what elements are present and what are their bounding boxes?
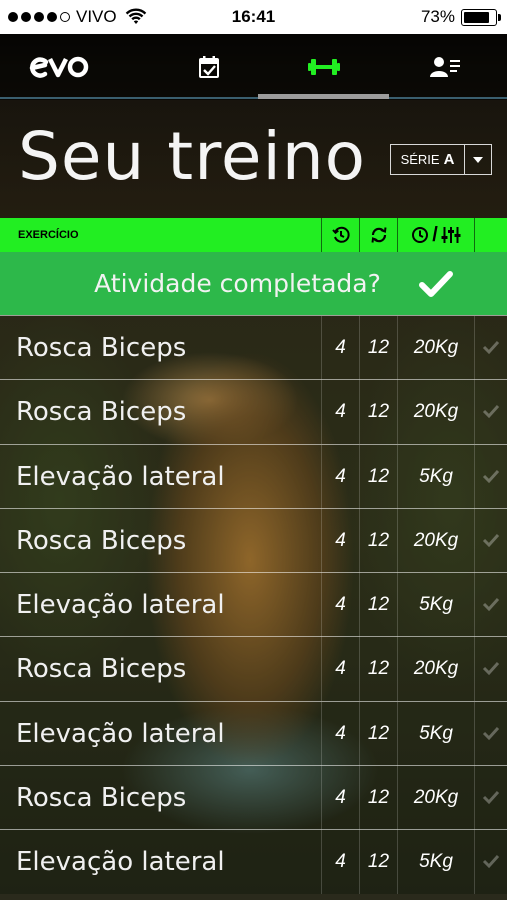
exercise-load: 20Kg [397,766,475,831]
exercise-row[interactable]: Elevação lateral 4 12 5Kg [0,572,507,638]
nav-workout-tab[interactable] [258,34,389,100]
exercise-load: 20Kg [397,508,475,573]
exercise-load: 5Kg [397,701,475,766]
exercise-sets: 4 [321,380,359,445]
exercise-sets: 4 [321,701,359,766]
exercise-load: 20Kg [397,316,475,380]
table-header: EXERCÍCIO / [0,218,507,252]
check-icon[interactable] [482,724,500,742]
activity-complete-label: Atividade completada? [94,269,381,298]
battery-icon [461,8,501,26]
exercise-reps: 12 [359,316,397,380]
refresh-icon [371,227,386,243]
page-title: Seu treino [18,118,367,195]
nav-profile-tab[interactable] [410,34,480,100]
header-reps [359,218,397,252]
nav-calendar-tab[interactable] [180,34,238,100]
exercise-reps: 12 [359,701,397,766]
sliders-icon [441,227,461,243]
exercise-sets: 4 [321,830,359,895]
exercise-load: 5Kg [397,830,475,895]
exercise-name: Elevação lateral [16,461,225,492]
profile-list-icon [430,57,460,77]
check-icon[interactable] [482,595,500,613]
check-icon [418,270,453,297]
exercise-reps: 12 [359,444,397,509]
exercise-sets: 4 [321,766,359,831]
clock-icon [331,226,350,243]
status-bar: VIVO 16:41 73% [0,0,507,34]
calendar-check-icon [199,56,219,78]
check-icon[interactable] [482,852,500,870]
chevron-down-icon [473,156,483,163]
battery-fill [464,11,489,23]
series-selector[interactable]: SÉRIE A [390,144,492,175]
exercise-load: 20Kg [397,637,475,702]
status-right: 73% [420,7,501,27]
exercise-load: 5Kg [397,444,475,509]
activity-complete-button[interactable]: Atividade completada? [0,252,507,315]
header-slash: / [432,223,438,246]
exercise-sets: 4 [321,316,359,380]
exercise-row[interactable]: Rosca Biceps 4 12 20Kg [0,765,507,831]
header-exercise: EXERCÍCIO [18,229,79,241]
exercise-reps: 12 [359,573,397,638]
exercise-name: Elevação lateral [16,590,225,621]
series-label[interactable]: SÉRIE A [391,145,465,174]
dumbbell-icon [307,59,340,75]
battery-nub [498,13,501,21]
exercise-row[interactable]: Elevação lateral 4 12 5Kg [0,700,507,766]
exercise-name: Rosca Biceps [16,654,187,685]
exercise-name: Elevação lateral [16,718,225,749]
series-value: A [443,151,455,168]
exercise-name: Rosca Biceps [16,333,187,363]
nav-active-indicator [258,94,389,99]
clock-icon [412,227,429,243]
exercise-list: Rosca Biceps 4 12 20Kg Rosca Biceps 4 12… [0,315,507,895]
header-load: / [397,218,475,252]
series-label-text: SÉRIE [400,152,440,167]
exercise-row[interactable]: Rosca Biceps 4 12 20Kg [0,315,507,380]
evo-logo-mark [29,56,89,78]
exercise-reps: 12 [359,380,397,445]
nav-bar [0,34,507,100]
exercise-sets: 4 [321,637,359,702]
check-icon[interactable] [482,467,500,485]
check-icon[interactable] [482,659,500,677]
nav-divider [0,97,507,99]
exercise-reps: 12 [359,508,397,573]
exercise-reps: 12 [359,637,397,702]
check-icon[interactable] [482,788,500,806]
exercise-reps: 12 [359,766,397,831]
exercise-name: Rosca Biceps [16,525,187,556]
exercise-name: Rosca Biceps [16,397,187,428]
check-icon[interactable] [482,338,500,356]
check-icon[interactable] [482,402,500,420]
exercise-row[interactable]: Rosca Biceps 4 12 20Kg [0,636,507,702]
header-sets [321,218,359,252]
exercise-sets: 4 [321,508,359,573]
exercise-row[interactable]: Elevação lateral 4 12 5Kg [0,829,507,895]
exercise-reps: 12 [359,830,397,895]
exercise-sets: 4 [321,444,359,509]
series-dropdown-button[interactable] [465,145,491,174]
exercise-name: Elevação lateral [16,847,225,878]
battery-percent: 73% [420,7,455,26]
exercise-load: 5Kg [397,573,475,638]
evo-logo[interactable] [28,34,98,100]
exercise-row[interactable]: Rosca Biceps 4 12 20Kg [0,507,507,573]
check-icon[interactable] [482,531,500,549]
exercise-row[interactable]: Elevação lateral 4 12 5Kg [0,443,507,509]
exercise-row[interactable]: Rosca Biceps 4 12 20Kg [0,379,507,445]
exercise-sets: 4 [321,573,359,638]
exercise-load: 20Kg [397,380,475,445]
exercise-name: Rosca Biceps [16,783,187,814]
